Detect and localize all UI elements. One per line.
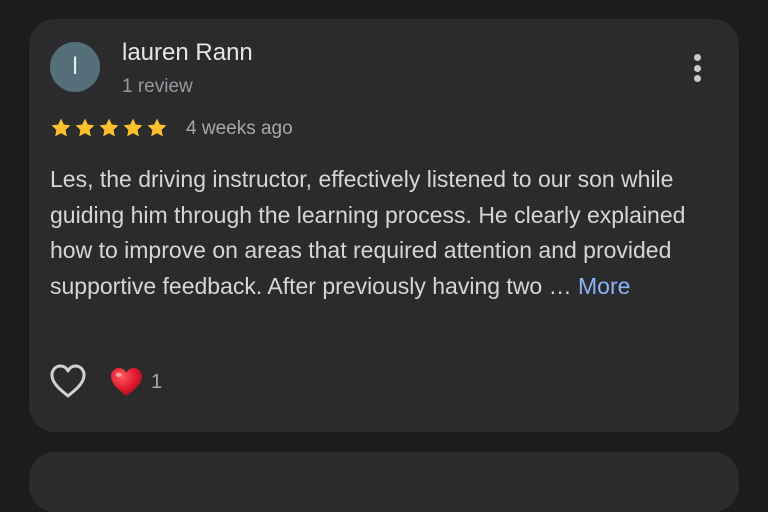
star-icon: [51, 118, 71, 137]
avatar[interactable]: l: [50, 42, 100, 92]
author-review-count: 1 review: [122, 76, 193, 97]
star-icon: [99, 118, 119, 137]
red-heart-icon: [111, 367, 142, 397]
review-card: l lauren Rann 1 review 4 weeks ago Les, …: [29, 19, 739, 432]
menu-dot: [693, 54, 701, 61]
star-rating: [50, 117, 168, 139]
star-icon: [123, 118, 143, 137]
review-time: 4 weeks ago: [186, 118, 293, 139]
more-options-icon[interactable]: [685, 52, 709, 84]
menu-dot: [693, 64, 701, 72]
menu-dot: [693, 75, 701, 82]
review-text-block: Les, the driving instructor, effectively…: [50, 162, 720, 304]
star-icon: [147, 118, 167, 137]
star-icon: [75, 118, 95, 137]
more-link[interactable]: More: [578, 273, 630, 299]
reaction-count: 1: [151, 370, 163, 393]
reaction-summary[interactable]: 1: [110, 367, 162, 397]
next-review-card: [29, 452, 739, 512]
heart-outline-icon[interactable]: [49, 363, 87, 399]
author-name[interactable]: lauren Rann: [122, 39, 253, 67]
